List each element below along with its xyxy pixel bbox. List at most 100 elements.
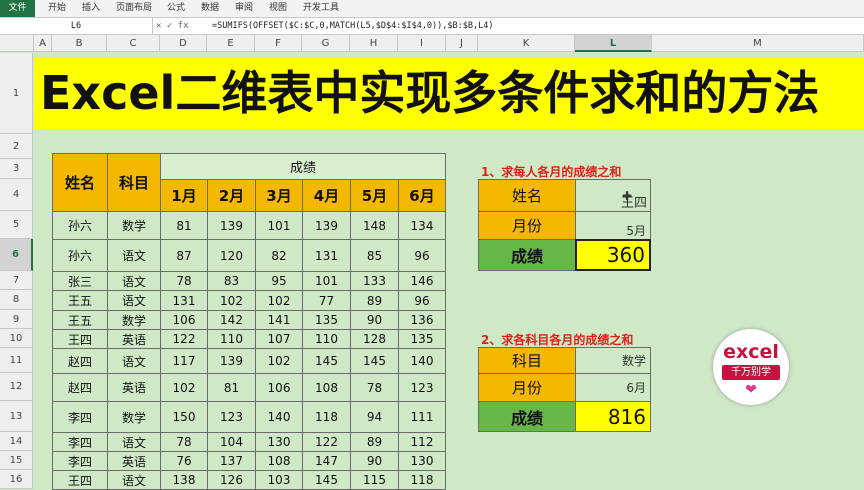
table-cell-value: 117 [160,348,208,374]
table-cell-value: 106 [160,310,208,330]
column-header-c[interactable]: C [107,35,160,52]
table-cell-value: 145 [302,470,351,490]
header-subject: 科目 [107,153,161,212]
column-header-a[interactable]: A [34,35,52,52]
table-cell-value: 85 [350,239,399,272]
q2-title: 2、求各科目各月的成绩之和 [481,333,634,347]
header-month-2: 2月 [207,179,256,212]
tab-insert[interactable]: 插入 [82,0,100,17]
logo-text-tagline: 千万别学 [722,365,780,380]
table-cell-subject: 英语 [107,373,161,402]
column-header-j[interactable]: J [446,35,478,52]
tab-data[interactable]: 数据 [201,0,219,17]
row-header-13[interactable]: 13 [0,401,33,432]
header-month-4: 4月 [302,179,351,212]
column-header-f[interactable]: F [255,35,302,52]
table-cell-value: 131 [302,239,351,272]
table-cell-value: 115 [350,470,399,490]
column-header-b[interactable]: B [52,35,107,52]
formula-bar-icons[interactable]: ✕ ✓ fx [156,18,189,34]
table-cell-name: 张三 [52,271,108,291]
table-cell-name: 赵四 [52,348,108,374]
row-header-2[interactable]: 2 [0,134,33,159]
table-cell-value: 102 [160,373,208,402]
table-cell-value: 123 [207,401,256,433]
column-header-d[interactable]: D [160,35,207,52]
row-header-16[interactable]: 16 [0,470,33,489]
q1-month-value[interactable]: 5月 [575,211,651,240]
row-header-11[interactable]: 11 [0,348,33,373]
column-header-g[interactable]: G [302,35,350,52]
row-header-8[interactable]: 8 [0,290,33,310]
row-header-14[interactable]: 14 [0,432,33,451]
tab-file[interactable]: 文件 [0,0,35,17]
column-header-l[interactable]: L [575,35,652,52]
row-header-10[interactable]: 10 [0,329,33,348]
header-month-1: 1月 [160,179,208,212]
row-header-5[interactable]: 5 [0,211,33,239]
column-header-e[interactable]: E [207,35,255,52]
table-cell-value: 102 [255,290,303,311]
q1-month-label: 月份 [478,211,576,240]
table-cell-value: 140 [398,348,446,374]
tab-review[interactable]: 审阅 [235,0,253,17]
q1-name-label: 姓名 [478,179,576,212]
table-cell-value: 123 [398,373,446,402]
table-cell-name: 王四 [52,470,108,490]
table-cell-value: 106 [255,373,303,402]
row-header-3[interactable]: 3 [0,159,33,179]
name-box[interactable]: L6 [0,18,153,34]
header-month-3: 3月 [255,179,303,212]
tab-developer[interactable]: 开发工具 [303,0,339,17]
row-header-7[interactable]: 7 [0,271,33,290]
formula-bar: L6 ✕ ✓ fx =SUMIFS(OFFSET($C:$C,0,MATCH(L… [0,18,864,35]
table-cell-value: 118 [398,470,446,490]
q2-month-value[interactable]: 6月 [575,373,651,402]
table-cell-value: 89 [350,432,399,452]
q2-score-value[interactable]: 816 [575,401,651,432]
table-cell-value: 122 [302,432,351,452]
header-name: 姓名 [52,153,108,212]
table-cell-value: 107 [255,329,303,349]
tab-home[interactable]: 开始 [48,0,66,17]
table-cell-value: 83 [207,271,256,291]
select-all-corner[interactable] [0,35,34,52]
column-header-h[interactable]: H [350,35,398,52]
table-cell-value: 150 [160,401,208,433]
column-header-m[interactable]: M [652,35,864,52]
row-header-6[interactable]: 6 [0,239,33,271]
table-cell-value: 145 [350,348,399,374]
channel-logo: excel 千万别学 ❤ [713,329,789,405]
row-header-12[interactable]: 12 [0,373,33,401]
table-cell-value: 90 [350,451,399,471]
tab-view[interactable]: 视图 [269,0,287,17]
tab-page-layout[interactable]: 页面布局 [116,0,152,17]
table-cell-value: 78 [160,271,208,291]
formula-input[interactable]: =SUMIFS(OFFSET($C:$C,0,MATCH(L5,$D$4:$I$… [212,18,493,34]
table-cell-value: 128 [350,329,399,349]
table-cell-value: 81 [160,211,208,240]
table-cell-value: 112 [398,432,446,452]
table-cell-value: 94 [350,401,399,433]
column-header-i[interactable]: I [398,35,446,52]
table-cell-subject: 数学 [107,310,161,330]
table-cell-subject: 语文 [107,470,161,490]
table-cell-value: 81 [207,373,256,402]
q1-name-value[interactable]: 王四 [575,179,651,212]
q1-score-value[interactable]: 360 [575,239,651,271]
row-header-15[interactable]: 15 [0,451,33,470]
tab-formulas[interactable]: 公式 [167,0,185,17]
table-cell-subject: 英语 [107,451,161,471]
table-cell-value: 78 [160,432,208,452]
row-header-4[interactable]: 4 [0,179,33,211]
page-title: Excel二维表中实现多条件求和的方法 [40,66,820,120]
column-header-k[interactable]: K [478,35,575,52]
table-cell-value: 77 [302,290,351,311]
table-cell-value: 101 [302,271,351,291]
row-header-9[interactable]: 9 [0,310,33,329]
header-month-5: 5月 [350,179,399,212]
table-cell-value: 103 [255,470,303,490]
table-cell-name: 李四 [52,451,108,471]
row-header-1[interactable]: 1 [0,53,33,134]
q2-subject-value[interactable]: 数学 [575,347,651,374]
